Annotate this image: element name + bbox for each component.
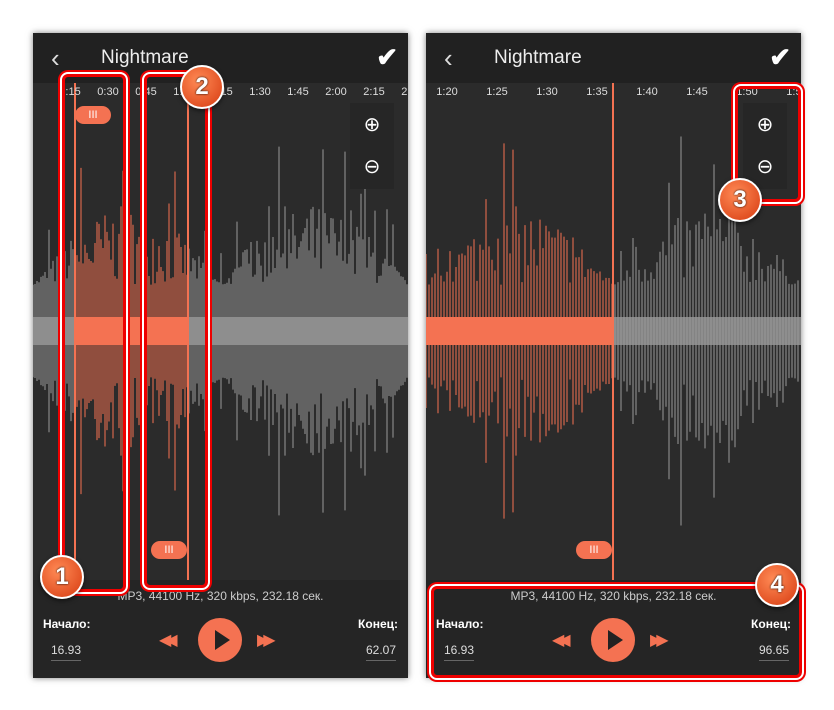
rewind-icon[interactable]: ◀◀ bbox=[159, 630, 177, 650]
tick-label: 2:15 bbox=[363, 86, 385, 98]
end-label: Конец: bbox=[358, 617, 398, 631]
end-value[interactable]: 62.07 bbox=[365, 643, 396, 661]
start-label: Начало: bbox=[43, 617, 91, 631]
tick-label: 1:40 bbox=[636, 86, 658, 98]
start-value[interactable]: 16.93 bbox=[51, 643, 82, 661]
badge-2: 2 bbox=[180, 65, 224, 109]
tick-label: 2:00 bbox=[325, 86, 347, 98]
badge-1: 1 bbox=[40, 555, 84, 599]
tick-label: 1:20 bbox=[436, 86, 458, 98]
badge-4: 4 bbox=[755, 563, 799, 607]
track-title: Nightmare bbox=[494, 47, 582, 68]
tick-label: 1:45 bbox=[287, 86, 309, 98]
annotation-box-1 bbox=[60, 72, 128, 594]
info-panel: MP3, 44100 Hz, 320 kbps, 232.18 сек. Нач… bbox=[33, 580, 408, 678]
tick-label: 2:30 bbox=[401, 86, 408, 98]
tick-label: 1:30 bbox=[249, 86, 271, 98]
play-button[interactable] bbox=[198, 618, 242, 662]
tick-label: 1:45 bbox=[686, 86, 708, 98]
annotation-box-2 bbox=[142, 72, 210, 590]
end-handle[interactable]: III bbox=[576, 541, 612, 559]
zoom-out-icon[interactable]: ⊖ bbox=[350, 147, 394, 187]
checkmark-icon[interactable]: ✔ bbox=[376, 42, 398, 73]
fast-forward-icon[interactable]: ▶▶ bbox=[257, 630, 275, 650]
back-icon[interactable]: ‹ bbox=[51, 43, 60, 74]
back-icon[interactable]: ‹ bbox=[444, 43, 453, 74]
zoom-in-icon[interactable]: ⊕ bbox=[350, 105, 394, 145]
tick-label: 1:35 bbox=[586, 86, 608, 98]
selection-region bbox=[426, 317, 613, 345]
zoom-controls: ⊕ ⊖ bbox=[350, 103, 394, 189]
tick-label: 1:25 bbox=[486, 86, 508, 98]
checkmark-icon[interactable]: ✔ bbox=[769, 42, 791, 73]
app-header: ‹ Nightmare ✔ bbox=[426, 33, 801, 83]
annotation-box-4 bbox=[429, 584, 804, 680]
badge-3: 3 bbox=[718, 178, 762, 222]
track-title: Nightmare bbox=[101, 47, 189, 68]
tick-label: 1:30 bbox=[536, 86, 558, 98]
